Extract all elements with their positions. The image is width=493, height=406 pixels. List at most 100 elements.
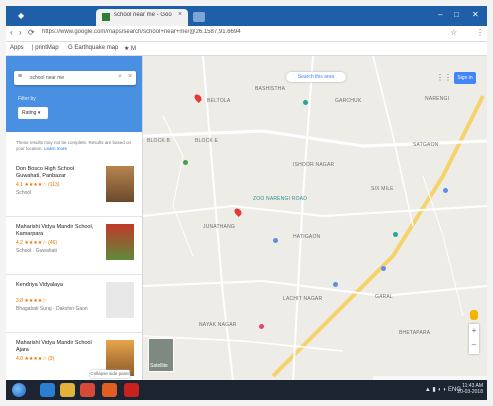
result-title: Maharishi Vidya Mandir School, Kamarpara xyxy=(16,224,94,237)
poi-icon[interactable] xyxy=(393,232,398,237)
tab-google-maps[interactable]: school near me - Google M × xyxy=(96,9,188,26)
result-title: Maharishi Vidya Mandir School Ajara xyxy=(16,340,92,353)
satellite-layer-toggle[interactable]: Satellite xyxy=(148,338,174,372)
results-notice: These results may not be complete. Resul… xyxy=(16,140,136,152)
internet-explorer-icon[interactable] xyxy=(40,383,55,397)
satellite-label: Satellite xyxy=(150,363,168,369)
map-label: BHETAPARA xyxy=(399,330,431,336)
search-query[interactable]: school near me xyxy=(30,75,100,81)
list-item[interactable]: Maharishi Vidya Mandir School, Kamarpara… xyxy=(16,224,136,284)
result-rating: 4.1 ★★★★☆ (113) xyxy=(16,182,60,188)
map-label: GARCHUK xyxy=(335,98,362,104)
zoom-out-button[interactable]: – xyxy=(469,338,479,352)
map-label: NARENGI xyxy=(425,96,450,102)
results-side-panel: ≡ school near me ⌕ × Filter by Rating ▾ … xyxy=(6,56,143,380)
learn-more-link[interactable]: Learn more xyxy=(44,146,67,151)
search-icon[interactable]: ⌕ xyxy=(118,73,122,81)
map-canvas[interactable]: Search this area ⋮⋮ Sign in BASHISTHA GA… xyxy=(143,56,487,380)
tab-close-icon[interactable]: × xyxy=(178,11,182,18)
divider xyxy=(6,274,142,275)
zoom-in-button[interactable]: + xyxy=(469,324,479,338)
rating-filter-dropdown[interactable]: Rating ▾ xyxy=(18,107,48,119)
poi-icon[interactable] xyxy=(381,266,386,271)
address-bar: ‹ › ⟳ https://www.google.com/maps/search… xyxy=(6,26,487,42)
map-label: JUNATHANG xyxy=(203,224,235,230)
result-photo[interactable] xyxy=(106,224,134,260)
poi-icon[interactable] xyxy=(273,238,278,243)
map-label: NAYAK NAGAR xyxy=(199,322,237,328)
browser-tabstrip: ◆ school near me - Google M × – □ ✕ xyxy=(6,6,487,26)
list-item[interactable]: Kendriya Vidyalaya 3.8 ★★★★☆ Bhagabati S… xyxy=(16,282,136,342)
map-roads xyxy=(143,56,487,380)
screen: ◆ school near me - Google M × – □ ✕ ‹ › … xyxy=(0,0,493,406)
poi-icon[interactable] xyxy=(333,282,338,287)
result-photo-placeholder[interactable] xyxy=(106,282,134,318)
bookmark-star-icon[interactable]: ☆ xyxy=(450,28,457,37)
map-label: BASHISTHA xyxy=(255,86,286,92)
minimize-button[interactable]: – xyxy=(438,10,442,19)
clock-date: 20-03-2018 xyxy=(457,389,483,395)
back-icon[interactable]: ‹ xyxy=(10,28,13,37)
result-rating: 3.8 ★★★★☆ xyxy=(16,298,47,304)
result-photo[interactable] xyxy=(106,166,134,202)
result-type: School · Guwahati xyxy=(16,248,57,254)
sign-in-button[interactable]: Sign in xyxy=(454,72,476,84)
poi-icon[interactable] xyxy=(259,324,264,329)
panel-header: ≡ school near me ⌕ × Filter by Rating ▾ xyxy=(6,56,142,132)
map-label: SIX MILE xyxy=(371,186,394,192)
file-explorer-icon[interactable] xyxy=(60,383,75,397)
windows-taskbar: ▲ ▮ ◖ ◗ ENG 11:43 AM 20-03-2018 xyxy=(6,380,487,400)
map-label: HATIGAON xyxy=(293,234,321,240)
bookmark-m[interactable]: ★ M xyxy=(124,45,136,52)
filter-value: Rating xyxy=(22,110,37,116)
maps-favicon-icon xyxy=(102,13,110,21)
browser-menu-icon[interactable]: ◆ xyxy=(18,11,24,20)
map-label: ISHOOR NAGAR xyxy=(293,162,335,168)
hamburger-menu-icon[interactable]: ≡ xyxy=(18,73,22,80)
result-title: Don Bosco High School Guwahati, Panbazar xyxy=(16,166,75,179)
reload-icon[interactable]: ⟳ xyxy=(28,28,35,37)
browser-menu-dots-icon[interactable]: ⋮ xyxy=(476,28,484,37)
filter-label: Filter by xyxy=(18,96,36,102)
maximize-button[interactable]: □ xyxy=(454,10,459,19)
opera-icon[interactable] xyxy=(124,383,139,397)
divider xyxy=(6,332,142,333)
bookmark-earthquake[interactable]: G Earthquake map xyxy=(68,45,118,51)
street-view-pegman-icon[interactable] xyxy=(470,310,478,320)
firefox-icon[interactable] xyxy=(102,383,117,397)
collapse-panel-button[interactable]: Collapse side panel xyxy=(90,370,130,378)
divider xyxy=(6,216,142,217)
zoom-controls: + – xyxy=(469,324,479,354)
new-tab-button[interactable] xyxy=(193,12,205,22)
chrome-icon[interactable] xyxy=(80,383,95,397)
result-type: School xyxy=(16,190,32,196)
start-button-icon[interactable] xyxy=(12,383,26,397)
forward-icon[interactable]: › xyxy=(19,28,22,37)
system-tray[interactable]: ▲ ▮ ◖ ◗ ENG xyxy=(425,386,461,393)
poi-icon[interactable] xyxy=(303,100,308,105)
result-rating: 4.2 ★★★★☆ (46) xyxy=(16,240,58,246)
bookmark-apps[interactable]: Apps xyxy=(10,45,24,51)
notice-text: These results may not be complete. Resul… xyxy=(16,140,132,151)
map-label: BLOCK E xyxy=(195,138,219,144)
map-label: SATGAON xyxy=(413,142,439,148)
taskbar-clock[interactable]: 11:43 AM 20-03-2018 xyxy=(457,383,483,395)
close-window-button[interactable]: ✕ xyxy=(472,10,479,19)
poi-icon[interactable] xyxy=(443,188,448,193)
list-item[interactable]: Don Bosco High School Guwahati, Panbazar… xyxy=(16,166,136,226)
bookmark-printmap[interactable]: | printMap xyxy=(32,45,59,51)
maps-search-box[interactable]: ≡ school near me ⌕ × xyxy=(14,71,136,85)
result-title: Kendriya Vidyalaya xyxy=(16,282,63,288)
park-icon[interactable] xyxy=(183,160,188,165)
map-label: BLOCK B xyxy=(147,138,171,144)
clear-search-icon[interactable]: × xyxy=(128,73,132,80)
tab-title: school near me - Google M xyxy=(114,12,172,18)
result-rating: 4.0 ★★★★☆ (9) xyxy=(16,356,55,362)
bookmarks-bar: Apps | printMap G Earthquake map ★ M xyxy=(6,42,487,56)
url-field[interactable]: https://www.google.com/maps/search/schoo… xyxy=(42,29,372,35)
map-label: GARAL xyxy=(375,294,393,300)
apps-grid-icon[interactable]: ⋮⋮ xyxy=(436,73,452,82)
map-label: ZOO NARENGI ROAD xyxy=(253,196,308,202)
search-this-area-button[interactable]: Search this area xyxy=(286,72,346,82)
result-type: Bhagabati Suraj · Dakshin Gaon xyxy=(16,306,88,312)
